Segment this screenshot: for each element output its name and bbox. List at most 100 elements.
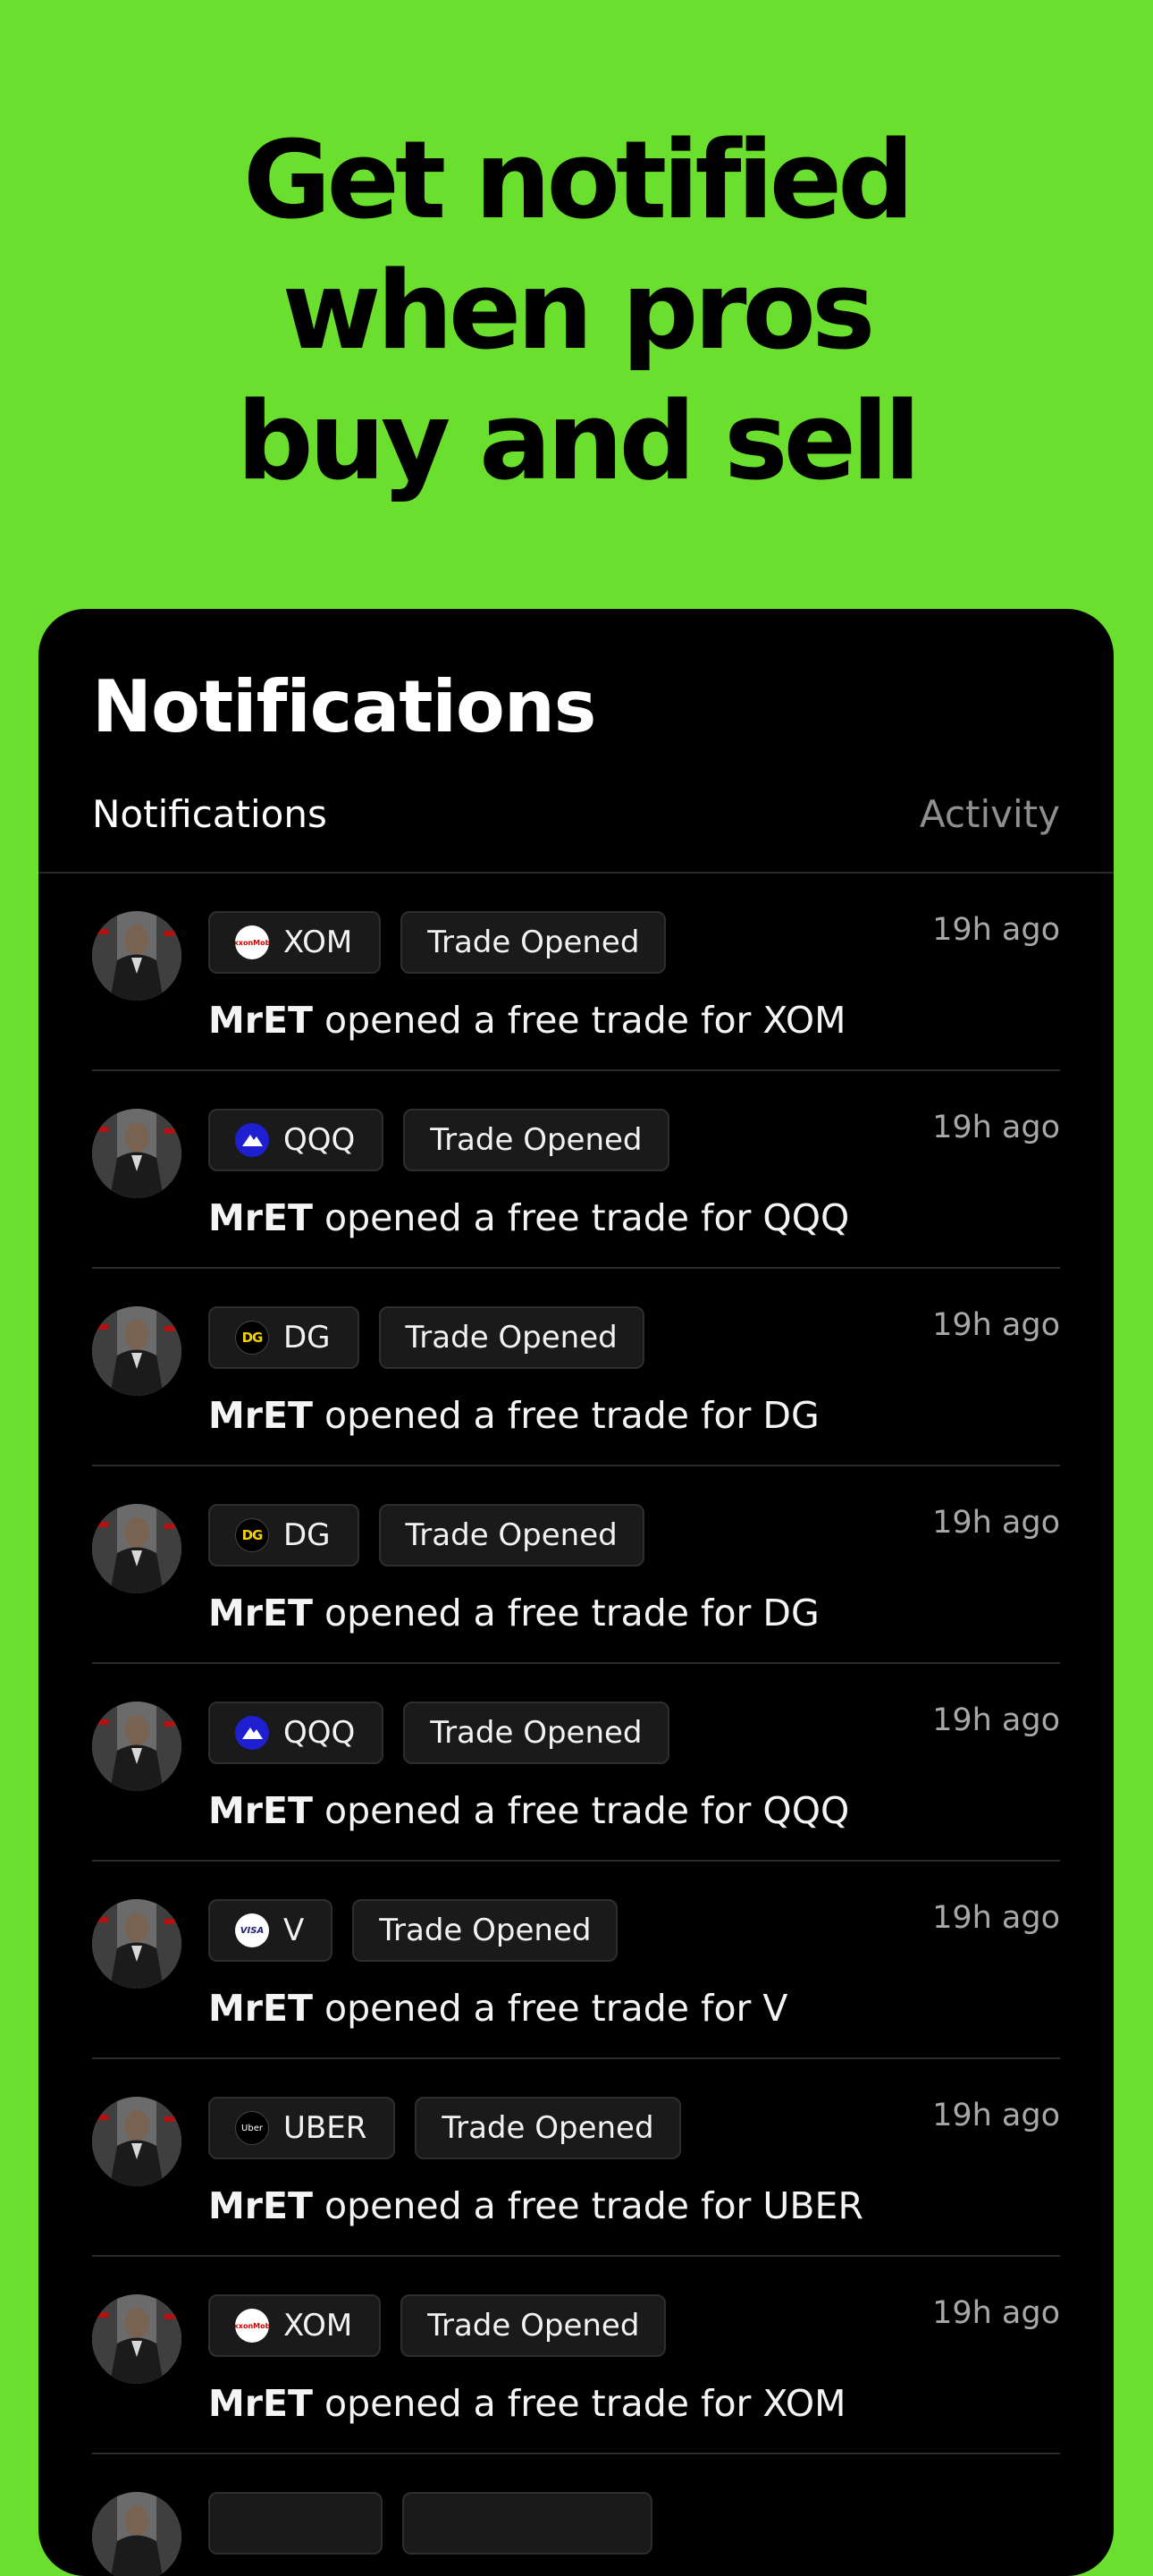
notifications-screen: Notifications Notifications Activity xxo… [38, 609, 1114, 2576]
notification-message: MrET opened a free trade for DG [208, 1588, 820, 1638]
ticker-chip[interactable]: VISA V [208, 1899, 333, 1962]
avatar[interactable] [92, 2492, 181, 2576]
notification-row[interactable]: QQQ Trade Opened MrET opened a free trad… [92, 1664, 1060, 1862]
notification-text: opened a free trade for XOM [324, 2382, 846, 2425]
uber-logo-icon: Uber [235, 2111, 269, 2145]
chip-group [208, 2492, 652, 2555]
status-badge: Trade Opened [352, 1899, 619, 1962]
hero-headline: Get notified when pros buy and sell [0, 116, 1153, 508]
notification-row[interactable] [92, 2454, 1060, 2576]
ticker-chip[interactable]: QQQ [208, 1109, 384, 1171]
avatar[interactable] [92, 2294, 181, 2384]
visa-logo-icon: VISA [235, 1913, 269, 1947]
invesco-logo-icon [235, 1123, 269, 1157]
ticker-label: QQQ [283, 1715, 356, 1751]
notification-row[interactable]: DG DG Trade Opened MrET opened a free tr… [92, 1269, 1060, 1466]
ticker-chip[interactable]: DG DG [208, 1504, 359, 1567]
notification-message: MrET opened a free trade for DG [208, 1390, 820, 1440]
notification-row[interactable]: DG DG Trade Opened MrET opened a free tr… [92, 1466, 1060, 1664]
notification-message: MrET opened a free trade for V [208, 1983, 787, 2033]
timestamp: 19h ago [932, 2295, 1060, 2331]
notification-text: opened a free trade for QQQ [324, 1196, 850, 1239]
notification-text: opened a free trade for UBER [324, 2184, 863, 2227]
dollar-general-logo-icon: DG [235, 1321, 269, 1355]
notification-text: opened a free trade for V [324, 1987, 788, 2030]
avatar[interactable] [92, 1702, 181, 1791]
avatar[interactable] [92, 1306, 181, 1396]
status-badge: Trade Opened [378, 1504, 644, 1567]
ticker-label: XOM [283, 2308, 353, 2344]
user-name[interactable]: MrET [208, 1592, 313, 1634]
timestamp: 19h ago [932, 1307, 1060, 1343]
notification-row[interactable]: Uber UBER Trade Opened MrET opened a fre… [92, 2059, 1060, 2257]
exxon-logo-icon: ExxonMobil [235, 925, 269, 959]
ticker-label: V [283, 1913, 305, 1948]
status-badge: Trade Opened [403, 1702, 669, 1764]
avatar[interactable] [92, 1899, 181, 1989]
status-badge [402, 2492, 652, 2555]
chip-group: VISA V Trade Opened [208, 1899, 619, 1962]
chip-group: ExxonMobil XOM Trade Opened [208, 2294, 667, 2357]
avatar[interactable] [92, 911, 181, 1001]
user-name[interactable]: MrET [208, 2382, 313, 2425]
notification-text: opened a free trade for DG [324, 1394, 820, 1437]
notification-row[interactable]: ExxonMobil XOM Trade Opened MrET opened … [92, 2257, 1060, 2454]
ticker-chip[interactable]: Uber UBER [208, 2097, 396, 2159]
ticker-label: UBER [283, 2110, 367, 2146]
status-badge: Trade Opened [403, 1109, 669, 1171]
timestamp: 19h ago [932, 2098, 1060, 2133]
notification-list: ExxonMobil XOM Trade Opened MrET opened … [92, 874, 1060, 2576]
ticker-label: DG [283, 1517, 331, 1553]
exxon-logo-icon: ExxonMobil [235, 2309, 269, 2343]
avatar[interactable] [92, 1504, 181, 1593]
notification-row[interactable]: ExxonMobil XOM Trade Opened MrET opened … [92, 874, 1060, 1071]
user-name[interactable]: MrET [208, 1987, 313, 2030]
user-name[interactable]: MrET [208, 1196, 313, 1239]
user-name[interactable]: MrET [208, 2184, 313, 2227]
status-badge: Trade Opened [378, 1306, 644, 1369]
hero-line-2: when pros [282, 249, 876, 374]
avatar[interactable] [92, 1109, 181, 1198]
ticker-chip[interactable]: QQQ [208, 1702, 384, 1764]
chip-group: QQQ Trade Opened [208, 1109, 669, 1171]
notification-text: opened a free trade for XOM [324, 999, 846, 1042]
user-name[interactable]: MrET [208, 999, 313, 1042]
ticker-chip[interactable] [208, 2492, 383, 2555]
chip-group: ExxonMobil XOM Trade Opened [208, 911, 667, 974]
hero-line-3: buy and sell [236, 380, 922, 504]
status-badge: Trade Opened [415, 2097, 681, 2159]
tab-notifications[interactable]: Notifications [92, 788, 327, 841]
user-name[interactable]: MrET [208, 1789, 313, 1832]
notification-message: MrET opened a free trade for QQQ [208, 1193, 849, 1243]
screen-title: Notifications [92, 665, 596, 748]
user-name[interactable]: MrET [208, 1394, 313, 1437]
chip-group: QQQ Trade Opened [208, 1702, 669, 1764]
ticker-label: DG [283, 1320, 331, 1356]
notification-text: opened a free trade for DG [324, 1592, 820, 1634]
hero-line-1: Get notified [242, 119, 914, 243]
ticker-chip[interactable]: DG DG [208, 1306, 359, 1369]
status-badge: Trade Opened [400, 911, 667, 974]
timestamp: 19h ago [932, 1900, 1060, 1936]
ticker-label: XOM [283, 925, 353, 960]
notification-text: opened a free trade for QQQ [324, 1789, 850, 1832]
chip-group: DG DG Trade Opened [208, 1306, 644, 1369]
ticker-label: QQQ [283, 1122, 356, 1158]
chip-group: Uber UBER Trade Opened [208, 2097, 681, 2159]
timestamp: 19h ago [932, 1110, 1060, 1145]
timestamp: 19h ago [932, 912, 1060, 948]
dollar-general-logo-icon: DG [235, 1518, 269, 1552]
notification-message: MrET opened a free trade for UBER [208, 2181, 863, 2231]
notification-row[interactable]: VISA V Trade Opened MrET opened a free t… [92, 1862, 1060, 2059]
ticker-chip[interactable]: ExxonMobil XOM [208, 2294, 382, 2357]
timestamp: 19h ago [932, 1702, 1060, 1738]
notification-message: MrET opened a free trade for XOM [208, 995, 846, 1045]
tab-bar: Notifications Activity [38, 788, 1114, 874]
notification-message: MrET opened a free trade for QQQ [208, 1786, 849, 1836]
avatar[interactable] [92, 2097, 181, 2186]
tab-activity[interactable]: Activity [920, 788, 1060, 841]
ticker-chip[interactable]: ExxonMobil XOM [208, 911, 382, 974]
status-badge: Trade Opened [400, 2294, 667, 2357]
timestamp: 19h ago [932, 1505, 1060, 1541]
notification-row[interactable]: QQQ Trade Opened MrET opened a free trad… [92, 1071, 1060, 1269]
